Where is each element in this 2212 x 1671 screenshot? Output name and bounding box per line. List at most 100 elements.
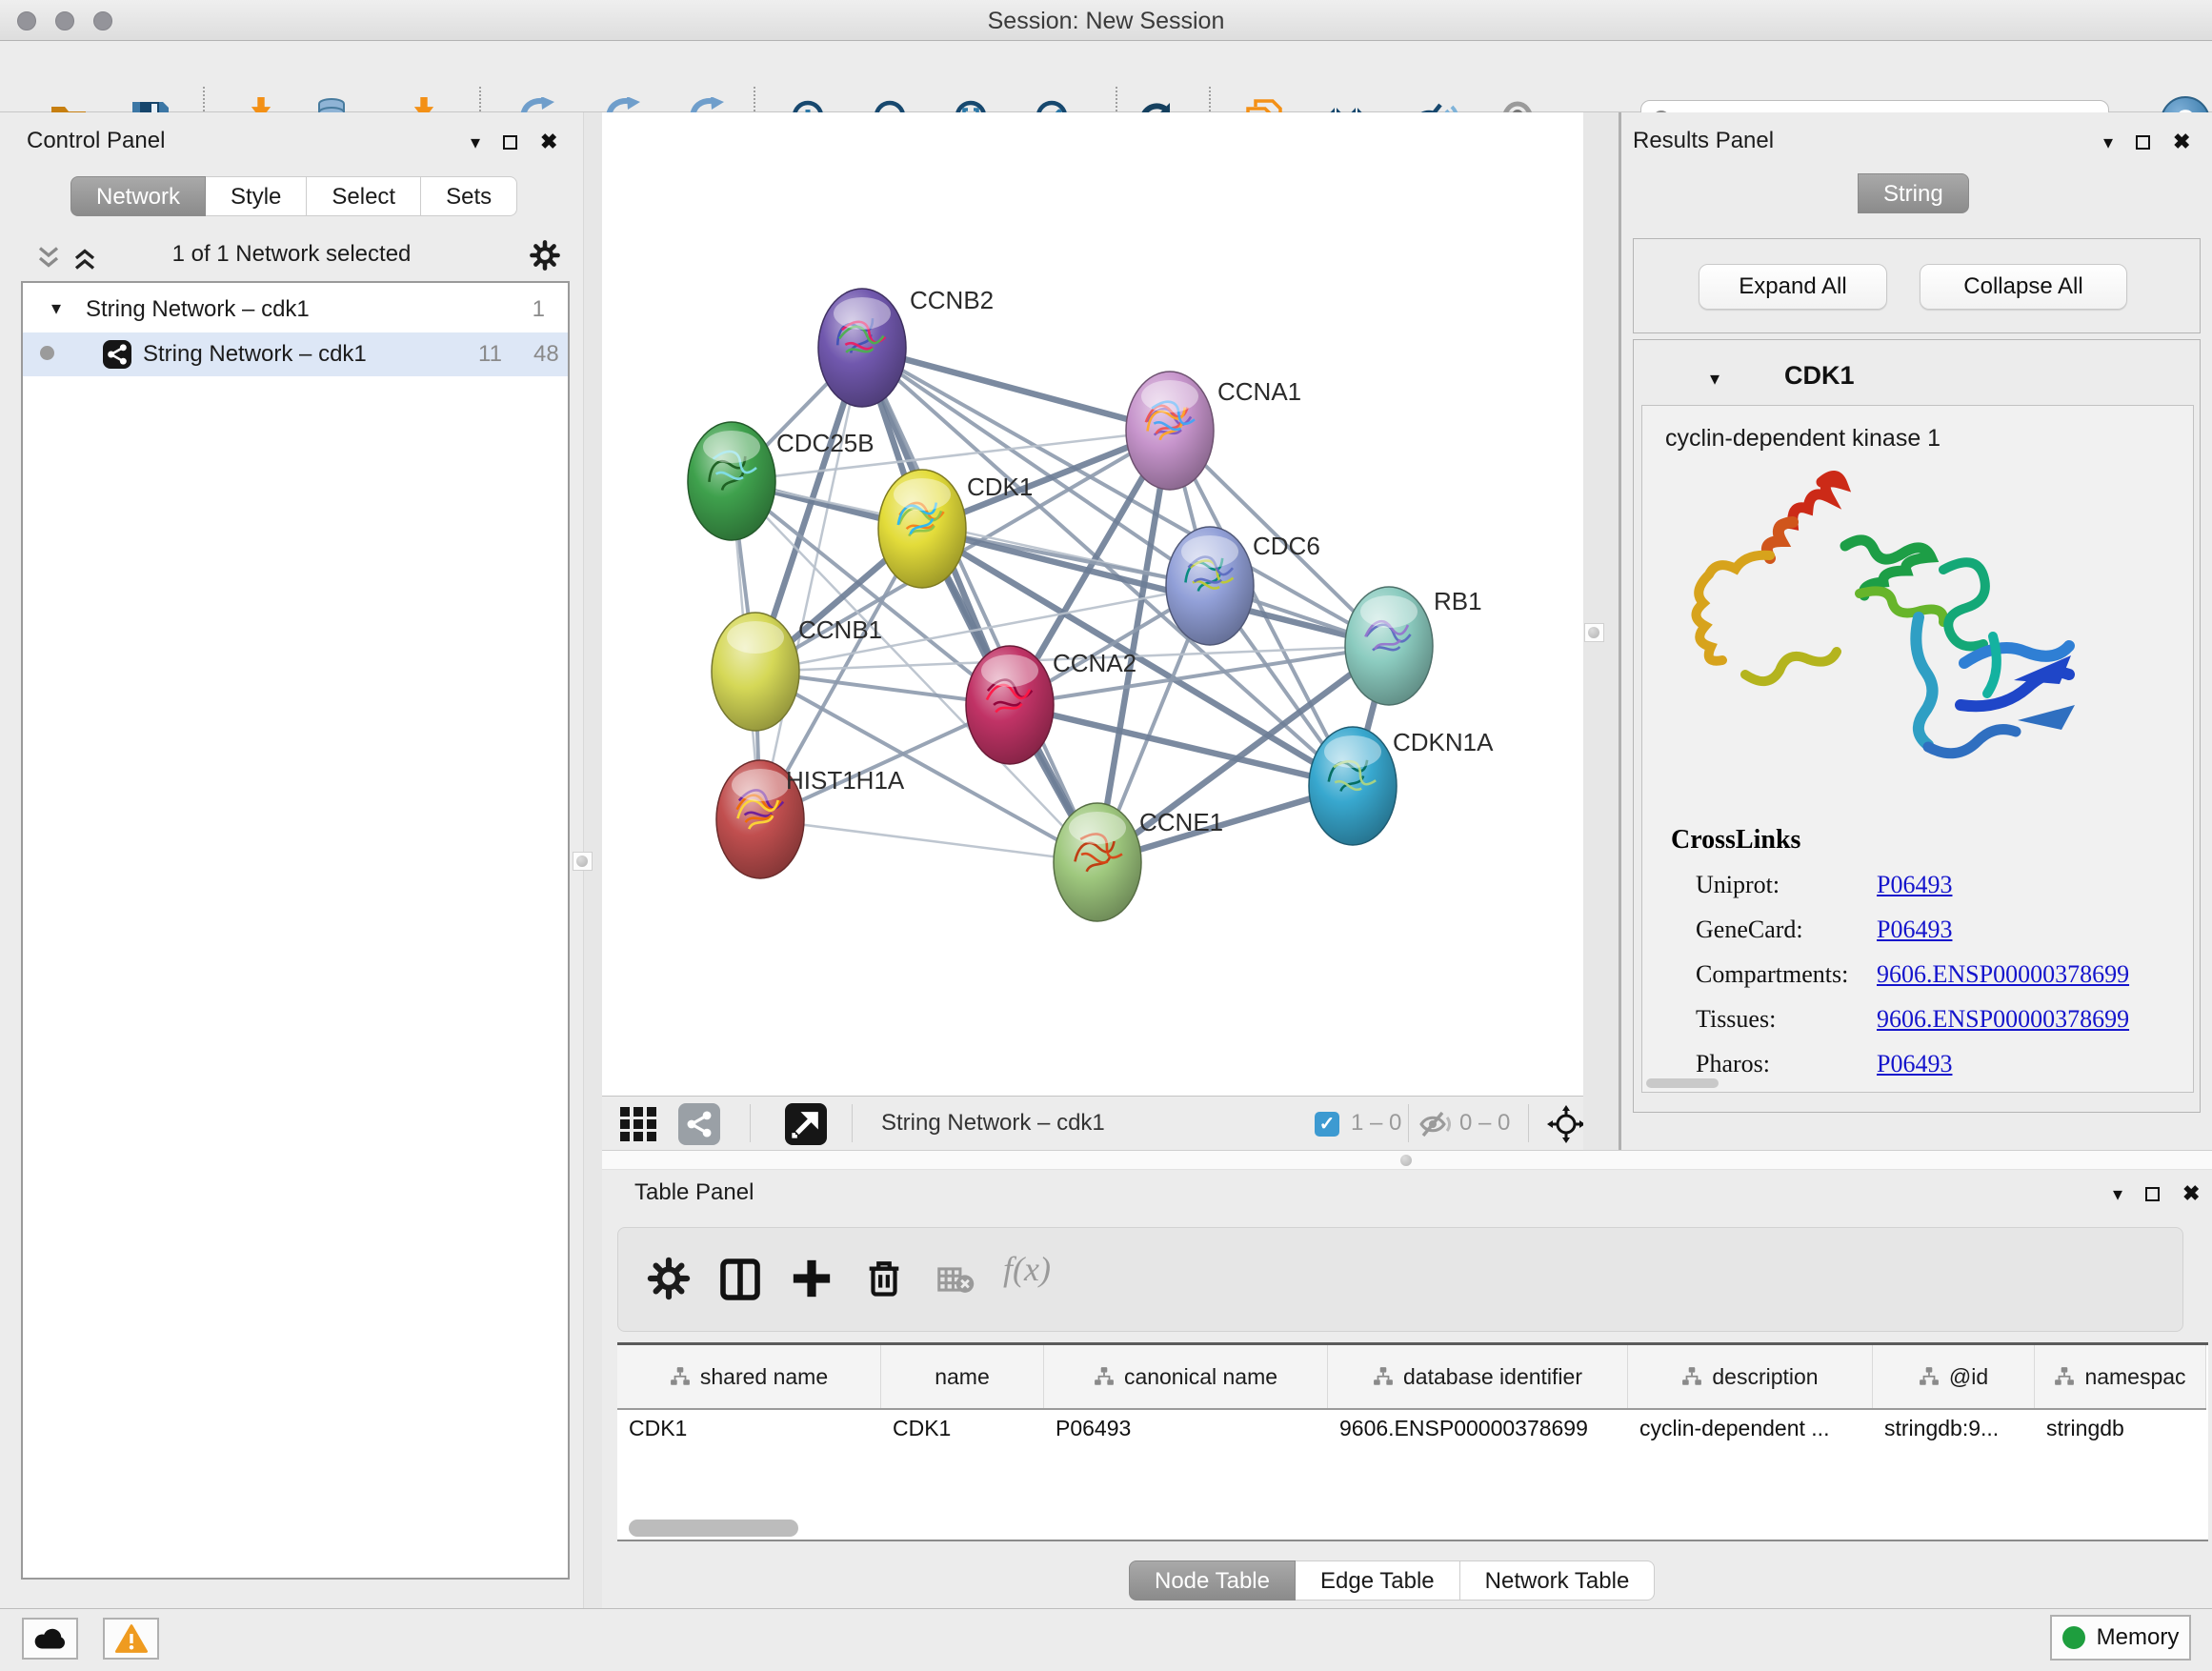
network-node-hist1h1a[interactable]: HIST1H1A (716, 760, 905, 878)
table-horizontal-scrollbar[interactable] (617, 1517, 2206, 1540)
node-label-ccnb1: CCNB1 (798, 615, 882, 644)
expand-all-button[interactable]: Expand All (1699, 264, 1887, 310)
create-column-plus-icon[interactable] (790, 1257, 834, 1300)
left-splitter[interactable] (583, 112, 602, 1608)
network-node-cdc6[interactable]: CDC6 (1166, 527, 1320, 645)
splitter-handle[interactable] (1398, 1151, 1418, 1170)
cloud-status-button[interactable] (22, 1618, 78, 1660)
selected-node-edge-counts: 1 – 0 (1351, 1110, 1401, 1137)
column-header-name[interactable]: name (881, 1345, 1044, 1408)
edge-count: 48 (533, 341, 559, 368)
float-panel-icon[interactable] (2145, 1187, 2160, 1201)
network-collection-row[interactable]: ▾ String Network – cdk1 1 (23, 289, 568, 332)
crosslink-row: Compartments:9606.ENSP00000378699 (1696, 960, 2191, 1005)
results-buttons-box: Expand All Collapse All (1633, 238, 2201, 333)
crosslink-link[interactable]: 9606.ENSP00000378699 (1877, 960, 2129, 989)
splitter-handle[interactable] (1584, 623, 1604, 642)
protein-structure-image (1679, 455, 2079, 789)
column-header-namespac[interactable]: namespac (2035, 1345, 2206, 1408)
column-header-database-identifier[interactable]: database identifier (1328, 1345, 1628, 1408)
network-type-icon (103, 340, 131, 369)
table-panel: Table Panel ▾ ✖ (602, 1170, 2212, 1608)
memory-button[interactable]: Memory (2050, 1615, 2191, 1661)
column-header--id[interactable]: @id (1873, 1345, 2035, 1408)
table-toolbar: f(x) (617, 1227, 2183, 1332)
node-label-ccne1: CCNE1 (1139, 808, 1223, 836)
float-panel-icon[interactable] (2136, 135, 2150, 150)
control-panel: Control Panel ▾ ✖ Network Style Select S… (0, 112, 583, 1608)
gene-collapse-icon[interactable]: ▾ (1710, 367, 1719, 391)
control-panel-header-icons: ▾ ✖ (471, 130, 557, 154)
scrollbar-thumb[interactable] (629, 1520, 798, 1537)
network-canvas[interactable]: CCNB2CCNA1CDC25BCDK1CDC6RB1CCNB1CCNA2CDK… (602, 112, 1583, 1096)
network-node-cdkn1a[interactable]: CDKN1A (1309, 727, 1494, 845)
collapse-panel-icon[interactable]: ▾ (471, 131, 480, 154)
node-label-cdc25b: CDC25B (776, 429, 875, 457)
delete-column-trash-icon[interactable] (862, 1257, 906, 1300)
show-columns-icon[interactable] (717, 1257, 763, 1302)
table-panel-header-icons: ▾ ✖ (2113, 1181, 2200, 1206)
crosslink-label: Tissues: (1696, 1005, 1776, 1034)
tab-sets[interactable]: Sets (421, 176, 517, 216)
network-edge-hist1h1a-ccne1[interactable] (760, 819, 1097, 862)
network-row-selected[interactable]: String Network – cdk1 11 48 (23, 332, 568, 376)
birds-eye-view-icon[interactable] (785, 1103, 827, 1145)
crosslink-link[interactable]: 9606.ENSP00000378699 (1877, 1005, 2129, 1034)
warning-status-button[interactable] (103, 1618, 159, 1660)
table-cell[interactable]: P06493 (1044, 1410, 1328, 1446)
float-panel-icon[interactable] (503, 135, 517, 150)
collapse-all-button[interactable]: Collapse All (1920, 264, 2127, 310)
close-panel-icon[interactable]: ✖ (2173, 130, 2190, 154)
gene-description: cyclin-dependent kinase 1 (1665, 425, 1941, 453)
tab-string[interactable]: String (1858, 173, 1969, 213)
table-cell[interactable]: cyclin-dependent ... (1628, 1410, 1873, 1446)
tab-node-table[interactable]: Node Table (1129, 1560, 1296, 1601)
gene-detail-box: cyclin-dependent kinase 1 (1641, 405, 2194, 1093)
horizontal-splitter[interactable] (602, 1150, 2212, 1170)
network-node-ccne1[interactable]: CCNE1 (1054, 803, 1223, 921)
main-toolbar: ? (0, 41, 2212, 112)
crosslink-link[interactable]: P06493 (1877, 1050, 1952, 1078)
hidden-eye-slash-icon[interactable] (1419, 1110, 1454, 1138)
control-panel-tabs: Network Style Select Sets (70, 176, 517, 216)
network-grid-view-icon[interactable] (619, 1106, 657, 1142)
table-row[interactable]: CDK1CDK1P064939606.ENSP00000378699cyclin… (617, 1410, 2206, 1446)
table-cell[interactable]: 9606.ENSP00000378699 (1328, 1410, 1628, 1446)
horizontal-scrollbar[interactable] (1646, 1078, 1719, 1088)
table-cell[interactable]: stringdb:9... (1873, 1410, 2035, 1446)
column-header-label: namespac (2084, 1364, 2185, 1390)
network-edge-ccnb2-hist1h1a[interactable] (760, 348, 862, 819)
network-options-gear-icon[interactable] (530, 240, 560, 271)
fit-selected-crosshair-icon[interactable] (1547, 1105, 1585, 1143)
tree-expander-icon[interactable]: ▾ (51, 296, 61, 320)
tab-edge-table[interactable]: Edge Table (1296, 1560, 1460, 1601)
splitter-handle[interactable] (573, 852, 593, 871)
table-options-gear-icon[interactable] (647, 1257, 691, 1300)
network-node-rb1[interactable]: RB1 (1345, 587, 1482, 705)
network-share-view-icon[interactable] (678, 1103, 720, 1145)
collapse-panel-icon[interactable]: ▾ (2103, 131, 2113, 154)
tab-style[interactable]: Style (206, 176, 307, 216)
table-cell[interactable]: CDK1 (617, 1410, 881, 1446)
column-header-label: @id (1949, 1364, 1988, 1390)
close-panel-icon[interactable]: ✖ (540, 130, 557, 154)
column-header-description[interactable]: description (1628, 1345, 1873, 1408)
crosslink-link[interactable]: P06493 (1877, 871, 1952, 899)
right-splitter[interactable] (1583, 112, 1621, 1150)
crosslink-row: Pharos:P06493 (1696, 1050, 2191, 1095)
network-node-ccnb1[interactable]: CCNB1 (712, 613, 882, 731)
crosslink-link[interactable]: P06493 (1877, 916, 1952, 944)
network-node-ccna2[interactable]: CCNA2 (966, 646, 1136, 764)
collapse-panel-icon[interactable]: ▾ (2113, 1182, 2122, 1206)
table-header-row: shared namenamecanonical namedatabase id… (617, 1345, 2206, 1410)
selected-checkbox-icon[interactable]: ✓ (1315, 1112, 1339, 1137)
tab-network[interactable]: Network (70, 176, 206, 216)
tab-network-table[interactable]: Network Table (1460, 1560, 1656, 1601)
column-header-canonical-name[interactable]: canonical name (1044, 1345, 1328, 1408)
tab-select[interactable]: Select (307, 176, 421, 216)
close-panel-icon[interactable]: ✖ (2182, 1181, 2200, 1206)
node-label-cdkn1a: CDKN1A (1393, 728, 1494, 756)
column-header-shared-name[interactable]: shared name (617, 1345, 881, 1408)
table-cell[interactable]: stringdb (2035, 1410, 2206, 1446)
table-cell[interactable]: CDK1 (881, 1410, 1044, 1446)
